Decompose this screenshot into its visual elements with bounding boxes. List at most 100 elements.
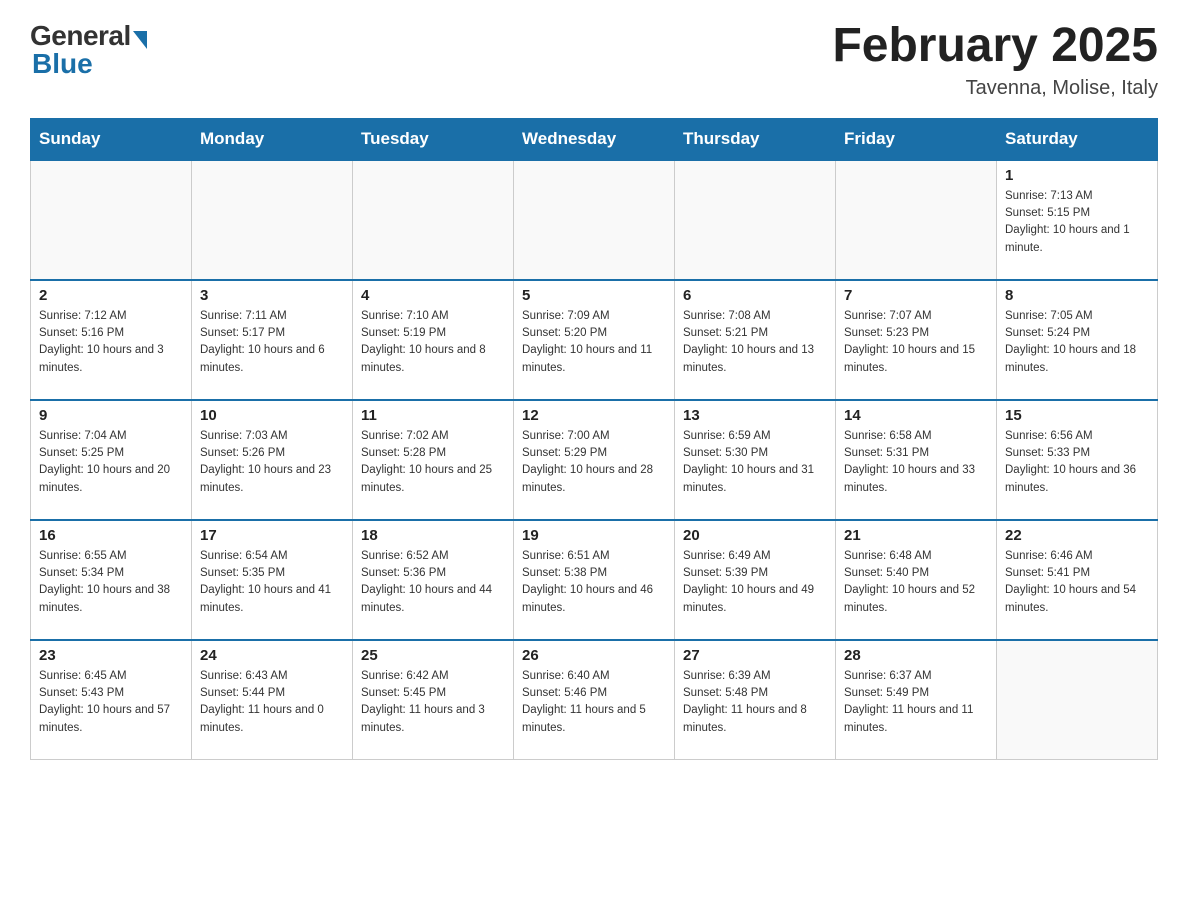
column-header-friday: Friday	[836, 118, 997, 160]
calendar-cell: 3 Sunrise: 7:11 AMSunset: 5:17 PMDaylight…	[192, 280, 353, 400]
day-sun-info: Sunrise: 6:48 AMSunset: 5:40 PMDaylight:…	[844, 548, 988, 617]
day-sun-info: Sunrise: 6:58 AMSunset: 5:31 PMDaylight:…	[844, 428, 988, 497]
calendar-cell: 11Sunrise: 7:02 AMSunset: 5:28 PMDayligh…	[353, 400, 514, 520]
title-block: February 2025 Tavenna, Molise, Italy	[832, 20, 1158, 100]
week-row-4: 16Sunrise: 6:55 AMSunset: 5:34 PMDayligh…	[31, 520, 1158, 640]
location-subtitle: Tavenna, Molise, Italy	[832, 77, 1158, 100]
calendar-cell: 14 Sunrise: 6:58 AMSunset: 5:31 PMDayligh…	[836, 400, 997, 520]
day-sun-info: Sunrise: 7:13 AMSunset: 5:15 PMDaylight:…	[1005, 188, 1149, 257]
day-sun-info: Sunrise: 7:11 AMSunset: 5:17 PMDaylight:…	[200, 308, 344, 377]
day-sun-info: Sunrise: 7:08 AMSunset: 5:21 PMDaylight:…	[683, 308, 827, 377]
day-number: 28	[844, 647, 988, 664]
day-sun-info: Sunrise: 6:42 AMSunset: 5:45 PMDaylight:…	[361, 668, 505, 737]
day-number: 9	[39, 407, 183, 424]
month-title: February 2025	[832, 20, 1158, 73]
day-sun-info: Sunrise: 7:12 AMSunset: 5:16 PMDaylight:…	[39, 308, 183, 377]
column-header-thursday: Thursday	[675, 118, 836, 160]
logo-arrow-icon	[133, 31, 147, 49]
day-sun-info: Sunrise: 6:46 AMSunset: 5:41 PMDaylight:…	[1005, 548, 1149, 617]
day-sun-info: Sunrise: 6:49 AMSunset: 5:39 PMDaylight:…	[683, 548, 827, 617]
day-number: 10	[200, 407, 344, 424]
day-number: 17	[200, 527, 344, 544]
day-number: 22	[1005, 527, 1149, 544]
calendar-table: SundayMondayTuesdayWednesdayThursdayFrid…	[30, 118, 1158, 761]
day-number: 23	[39, 647, 183, 664]
day-sun-info: Sunrise: 6:55 AMSunset: 5:34 PMDaylight:…	[39, 548, 183, 617]
day-sun-info: Sunrise: 7:00 AMSunset: 5:29 PMDaylight:…	[522, 428, 666, 497]
column-header-saturday: Saturday	[997, 118, 1158, 160]
calendar-cell: 12 Sunrise: 7:00 AMSunset: 5:29 PMDayligh…	[514, 400, 675, 520]
day-number: 27	[683, 647, 827, 664]
day-number: 21	[844, 527, 988, 544]
day-number: 7	[844, 287, 988, 304]
calendar-cell: 28Sunrise: 6:37 AMSunset: 5:49 PMDayligh…	[836, 640, 997, 760]
calendar-cell	[353, 160, 514, 280]
calendar-cell: 26 Sunrise: 6:40 AMSunset: 5:46 PMDayligh…	[514, 640, 675, 760]
calendar-cell: 22 Sunrise: 6:46 AMSunset: 5:41 PMDayligh…	[997, 520, 1158, 640]
day-number: 24	[200, 647, 344, 664]
calendar-cell	[997, 640, 1158, 760]
day-number: 8	[1005, 287, 1149, 304]
calendar-cell: 19Sunrise: 6:51 AMSunset: 5:38 PMDayligh…	[514, 520, 675, 640]
week-row-2: 2 Sunrise: 7:12 AMSunset: 5:16 PMDaylight…	[31, 280, 1158, 400]
calendar-cell: 16Sunrise: 6:55 AMSunset: 5:34 PMDayligh…	[31, 520, 192, 640]
day-sun-info: Sunrise: 6:40 AMSunset: 5:46 PMDaylight:…	[522, 668, 666, 737]
calendar-cell: 7 Sunrise: 7:07 AMSunset: 5:23 PMDaylight…	[836, 280, 997, 400]
day-number: 12	[522, 407, 666, 424]
day-number: 20	[683, 527, 827, 544]
logo: General Blue	[30, 20, 147, 80]
calendar-cell	[192, 160, 353, 280]
calendar-cell: 15 Sunrise: 6:56 AMSunset: 5:33 PMDayligh…	[997, 400, 1158, 520]
column-header-sunday: Sunday	[31, 118, 192, 160]
day-sun-info: Sunrise: 7:04 AMSunset: 5:25 PMDaylight:…	[39, 428, 183, 497]
calendar-cell	[514, 160, 675, 280]
day-sun-info: Sunrise: 7:03 AMSunset: 5:26 PMDaylight:…	[200, 428, 344, 497]
calendar-cell: 9 Sunrise: 7:04 AMSunset: 5:25 PMDaylight…	[31, 400, 192, 520]
day-number: 4	[361, 287, 505, 304]
logo-blue-text: Blue	[30, 48, 93, 80]
calendar-cell: 4Sunrise: 7:10 AMSunset: 5:19 PMDaylight…	[353, 280, 514, 400]
calendar-cell: 13 Sunrise: 6:59 AMSunset: 5:30 PMDayligh…	[675, 400, 836, 520]
calendar-cell	[675, 160, 836, 280]
calendar-cell: 25 Sunrise: 6:42 AMSunset: 5:45 PMDayligh…	[353, 640, 514, 760]
day-sun-info: Sunrise: 6:56 AMSunset: 5:33 PMDaylight:…	[1005, 428, 1149, 497]
day-number: 25	[361, 647, 505, 664]
day-sun-info: Sunrise: 6:52 AMSunset: 5:36 PMDaylight:…	[361, 548, 505, 617]
calendar-header-row: SundayMondayTuesdayWednesdayThursdayFrid…	[31, 118, 1158, 160]
week-row-5: 23 Sunrise: 6:45 AMSunset: 5:43 PMDayligh…	[31, 640, 1158, 760]
column-header-monday: Monday	[192, 118, 353, 160]
calendar-cell: 27 Sunrise: 6:39 AMSunset: 5:48 PMDayligh…	[675, 640, 836, 760]
day-sun-info: Sunrise: 6:59 AMSunset: 5:30 PMDaylight:…	[683, 428, 827, 497]
day-sun-info: Sunrise: 7:05 AMSunset: 5:24 PMDaylight:…	[1005, 308, 1149, 377]
calendar-cell: 1Sunrise: 7:13 AMSunset: 5:15 PMDaylight…	[997, 160, 1158, 280]
calendar-cell	[836, 160, 997, 280]
day-sun-info: Sunrise: 7:07 AMSunset: 5:23 PMDaylight:…	[844, 308, 988, 377]
day-sun-info: Sunrise: 6:39 AMSunset: 5:48 PMDaylight:…	[683, 668, 827, 737]
calendar-cell: 8 Sunrise: 7:05 AMSunset: 5:24 PMDaylight…	[997, 280, 1158, 400]
calendar-cell: 10 Sunrise: 7:03 AMSunset: 5:26 PMDayligh…	[192, 400, 353, 520]
day-number: 13	[683, 407, 827, 424]
day-number: 14	[844, 407, 988, 424]
day-number: 2	[39, 287, 183, 304]
week-row-1: 1Sunrise: 7:13 AMSunset: 5:15 PMDaylight…	[31, 160, 1158, 280]
calendar-cell: 5 Sunrise: 7:09 AMSunset: 5:20 PMDaylight…	[514, 280, 675, 400]
column-header-tuesday: Tuesday	[353, 118, 514, 160]
calendar-cell: 6Sunrise: 7:08 AMSunset: 5:21 PMDaylight…	[675, 280, 836, 400]
day-sun-info: Sunrise: 6:45 AMSunset: 5:43 PMDaylight:…	[39, 668, 183, 737]
day-sun-info: Sunrise: 7:09 AMSunset: 5:20 PMDaylight:…	[522, 308, 666, 377]
day-number: 18	[361, 527, 505, 544]
day-sun-info: Sunrise: 7:02 AMSunset: 5:28 PMDaylight:…	[361, 428, 505, 497]
day-number: 5	[522, 287, 666, 304]
calendar-cell	[31, 160, 192, 280]
calendar-cell: 18 Sunrise: 6:52 AMSunset: 5:36 PMDayligh…	[353, 520, 514, 640]
day-number: 15	[1005, 407, 1149, 424]
day-sun-info: Sunrise: 6:51 AMSunset: 5:38 PMDaylight:…	[522, 548, 666, 617]
calendar-cell: 17 Sunrise: 6:54 AMSunset: 5:35 PMDayligh…	[192, 520, 353, 640]
week-row-3: 9 Sunrise: 7:04 AMSunset: 5:25 PMDaylight…	[31, 400, 1158, 520]
day-number: 3	[200, 287, 344, 304]
calendar-cell: 23 Sunrise: 6:45 AMSunset: 5:43 PMDayligh…	[31, 640, 192, 760]
day-number: 26	[522, 647, 666, 664]
calendar-cell: 2 Sunrise: 7:12 AMSunset: 5:16 PMDaylight…	[31, 280, 192, 400]
day-sun-info: Sunrise: 6:54 AMSunset: 5:35 PMDaylight:…	[200, 548, 344, 617]
column-header-wednesday: Wednesday	[514, 118, 675, 160]
